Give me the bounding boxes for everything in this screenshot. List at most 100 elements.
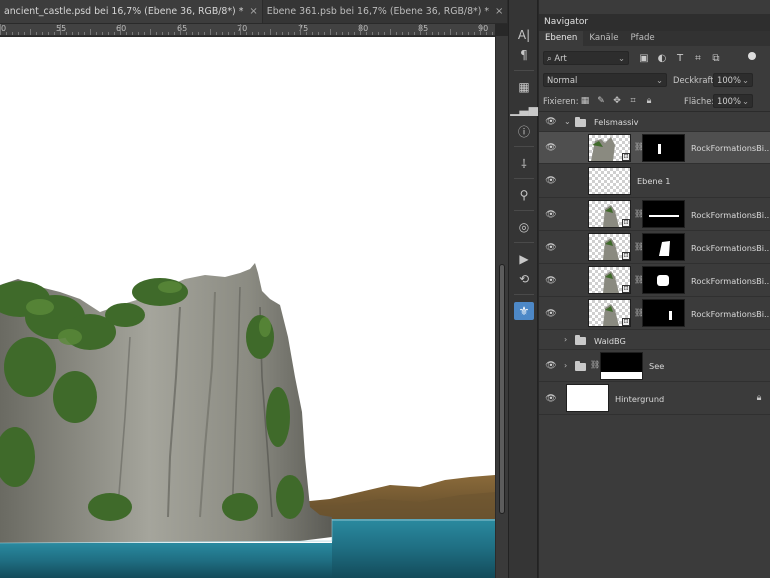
layer-rockformations-2[interactable]: 👁︎ ⊡ ⛓︎ RockFormationsBi... (539, 198, 770, 231)
ruler-tick (390, 29, 391, 35)
ruler-tick (354, 32, 355, 35)
layers-panel-dock: Navigator Ebenen Kanäle Pfade ⌕ Art ⌄ ▣ … (539, 0, 770, 578)
ruler-tick (300, 24, 301, 35)
layer-rockformations-4[interactable]: 👁︎ ⊡ ⛓︎ RockFormationsBi... (539, 264, 770, 297)
visibility-eye-icon[interactable]: 👁︎ (545, 143, 557, 153)
ruler-tick (180, 24, 181, 35)
layer-mask-thumbnail[interactable] (642, 200, 685, 228)
brush-settings-icon[interactable]: ⸸ (514, 154, 534, 172)
pixel-filter-icon[interactable]: ▣ (638, 53, 650, 65)
divider (514, 146, 534, 147)
shape-filter-icon[interactable]: ⌗ (692, 53, 704, 65)
visibility-eye-icon[interactable]: 👁︎ (545, 243, 557, 253)
ruler-tick (294, 32, 295, 35)
clone-source-icon[interactable]: ⚲ (514, 186, 534, 204)
visibility-eye-icon[interactable]: 👁︎ (545, 394, 557, 404)
blend-mode-select[interactable]: Normal ⌄ (543, 73, 667, 87)
cc-libraries-icon[interactable]: ◎ (514, 218, 534, 236)
visibility-eye-icon[interactable]: 👁︎ (545, 276, 557, 286)
tab-ebene-361[interactable]: Ebene 361.psb bei 16,7% (Ebene 36, RGB/8… (262, 0, 509, 23)
ruler-tick (198, 32, 199, 35)
character-panel-icon[interactable]: A| (514, 26, 534, 44)
visibility-eye-icon[interactable]: 👁︎ (545, 309, 557, 319)
navigator-title: Navigator (544, 17, 589, 27)
tab-ancient-castle[interactable]: ancient_castle.psd bei 16,7% (Ebene 36, … (0, 0, 263, 23)
lock-position-icon[interactable]: ✥ (611, 95, 623, 107)
scrollbar-thumb[interactable] (499, 264, 505, 514)
tab-ebenen[interactable]: Ebenen (539, 31, 584, 46)
layer-group-waldbg[interactable]: › WaldBG (539, 330, 770, 350)
ruler-tick (276, 32, 277, 35)
chevron-right-icon[interactable]: › (564, 361, 567, 370)
smart-object-filter-icon[interactable]: ⧉ (710, 53, 722, 65)
blend-row: Normal ⌄ Deckkraft: 100% ⌄ (539, 71, 770, 89)
layer-mask-thumbnail[interactable] (642, 134, 685, 162)
type-filter-icon[interactable]: T (674, 53, 686, 65)
ruler-tick (246, 32, 247, 35)
visibility-eye-icon[interactable]: 👁︎ (545, 361, 557, 371)
horizontal-ruler[interactable]: 0 55 60 65 70 75 80 85 90 (0, 24, 495, 36)
swatches-icon[interactable]: ▦ (514, 78, 534, 96)
ruler-tick (72, 32, 73, 35)
layer-mask-thumbnail[interactable] (600, 352, 643, 380)
opacity-input[interactable]: 100% ⌄ (713, 73, 753, 87)
play-action-icon[interactable]: ▶ (514, 250, 534, 268)
fill-input[interactable]: 100% ⌄ (713, 94, 753, 108)
ruler-tick (474, 32, 475, 35)
layers-list: 👁︎ ⌄ Felsmassiv 👁︎ ⊡ ⛓︎ RockFormationsBi… (539, 111, 770, 578)
visibility-eye-icon[interactable]: 👁︎ (545, 117, 557, 127)
layer-hintergrund[interactable]: 👁︎ Hintergrund 🔒︎ (539, 382, 770, 415)
layer-rockformations-1[interactable]: 👁︎ ⊡ ⛓︎ RockFormationsBi... (539, 132, 770, 164)
divider (514, 210, 534, 211)
layer-name: Ebene 1 (637, 176, 671, 186)
ruler-tick (96, 32, 97, 35)
layer-ebene-1[interactable]: 👁︎ Ebene 1 (539, 164, 770, 198)
ruler-tick (60, 24, 61, 35)
ruler-tick (396, 32, 397, 35)
lock-all-icon[interactable]: 🔒︎ (643, 95, 655, 107)
chevron-down-icon[interactable]: ⌄ (564, 117, 571, 126)
ruler-tick (78, 32, 79, 35)
tab-kanaele[interactable]: Kanäle (583, 31, 624, 46)
document-canvas[interactable] (0, 37, 495, 578)
ruler-tick (102, 32, 103, 35)
layer-group-felsmassiv[interactable]: 👁︎ ⌄ Felsmassiv (539, 112, 770, 132)
smart-object-badge-icon: ⊡ (622, 318, 630, 326)
ruler-tick (456, 32, 457, 35)
layer-mask-thumbnail[interactable] (642, 266, 685, 294)
layer-name: RockFormationsBi... (691, 243, 770, 253)
layer-name: RockFormationsBi... (691, 309, 770, 319)
chevron-right-icon[interactable]: › (564, 335, 567, 344)
info-icon[interactable]: ⓘ (514, 122, 534, 140)
blend-mode-value: Normal (547, 75, 578, 85)
ruler-tick (312, 32, 313, 35)
ruler-tick (150, 29, 151, 35)
ruler-tick (24, 32, 25, 35)
tab-pfade[interactable]: Pfade (625, 31, 661, 46)
adjustment-filter-icon[interactable]: ◐ (656, 53, 668, 65)
history-icon[interactable]: ⟲ (514, 270, 534, 288)
panel-icon-strip: A| ¶ ▦ ▁▃▅ ⓘ ⸸ ⚲ ◎ ▶ ⟲ ⚜ (508, 0, 538, 578)
filter-toggle[interactable] (748, 52, 756, 60)
layer-rockformations-3[interactable]: 👁︎ ⊡ ⛓︎ RockFormationsBi... (539, 231, 770, 264)
close-icon[interactable]: × (249, 6, 257, 17)
close-icon[interactable]: × (495, 6, 503, 17)
histogram-icon[interactable]: ▁▃▅ (510, 100, 538, 118)
lock-image-icon[interactable]: ✎ (595, 95, 607, 107)
layer-mask-thumbnail[interactable] (642, 233, 685, 261)
layer-rockformations-5[interactable]: 👁︎ ⊡ ⛓︎ RockFormationsBi... (539, 297, 770, 330)
visibility-eye-icon[interactable]: 👁︎ (545, 176, 557, 186)
properties-icon[interactable]: ⚜ (514, 302, 534, 320)
navigator-header[interactable]: Navigator (539, 14, 770, 31)
paragraph-icon[interactable]: ¶ (514, 46, 534, 64)
layer-mask-thumbnail[interactable] (642, 299, 685, 327)
vertical-scrollbar[interactable] (495, 36, 508, 578)
lock-transparency-icon[interactable]: ▦ (579, 95, 591, 107)
link-chain-icon[interactable]: ⛓︎ (590, 360, 600, 369)
visibility-eye-icon[interactable]: 👁︎ (545, 210, 557, 220)
filter-kind-select[interactable]: ⌕ Art ⌄ (543, 51, 629, 65)
divider (514, 178, 534, 179)
ruler-tick (372, 32, 373, 35)
layer-group-see[interactable]: 👁︎ › ⛓︎ See (539, 350, 770, 382)
artboard-icon[interactable]: ⌗ (627, 95, 639, 107)
